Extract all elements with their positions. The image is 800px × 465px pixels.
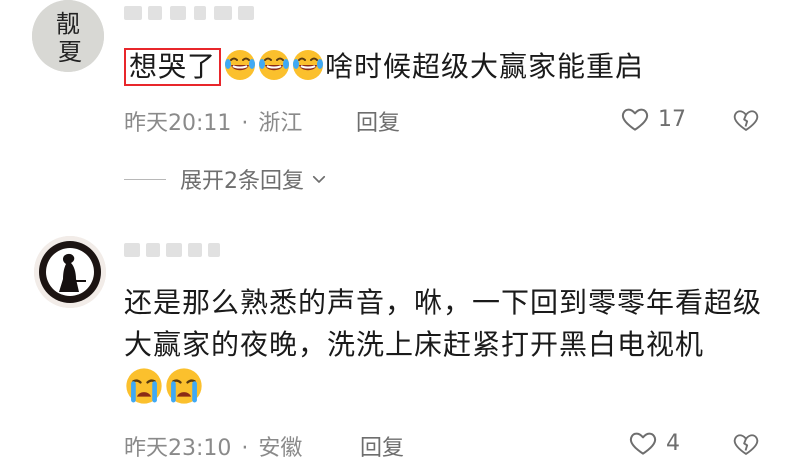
comment-meta: 昨天23:10 · 安徽 回复 [124,430,404,462]
comment-text-content: 还是那么熟悉的声音，咻，一下回到零零年看超级大赢家的夜晚，洗洗上床赶紧打开黑白电… [124,286,763,361]
reply-button[interactable]: 回复 [356,105,400,137]
divider-line [124,178,166,180]
like-count: 17 [658,106,686,132]
dislike-button[interactable] [732,106,760,138]
timestamp: 昨天20:11 [124,111,232,136]
dislike-button[interactable] [732,430,760,462]
heart-icon [629,432,657,455]
expand-replies-label: 展开2条回复 [180,169,304,194]
crying-emoji [124,366,164,406]
heart-icon [621,108,649,131]
timestamp: 昨天23:10 [124,436,232,461]
laugh-cry-emoji [291,48,325,82]
comment-item: 还是那么熟悉的声音，咻，一下回到零零年看超级大赢家的夜晚，洗洗上床赶紧打开黑白电… [0,225,800,465]
like-count: 4 [666,430,680,456]
username-blurred[interactable] [124,6,254,20]
separator: · [241,436,249,461]
laugh-cry-emoji [223,48,257,82]
broken-heart-icon [733,434,759,455]
separator: · [241,111,249,136]
location: 安徽 [258,436,303,461]
location: 浙江 [258,111,303,136]
laugh-cry-emoji [257,48,291,82]
comment-text: 想哭了 啥时候超级大赢家能重启 [124,46,644,88]
comment-meta: 昨天20:11 · 浙江 回复 [124,105,400,137]
avatar[interactable]: 靓 夏 [32,0,104,72]
reply-button[interactable]: 回复 [360,430,404,462]
broken-heart-icon [733,110,759,131]
username-blurred[interactable] [124,243,220,257]
silhouette-avatar-image [34,236,106,308]
like-button[interactable]: 17 [620,104,686,134]
svg-text:靓: 靓 [56,10,80,38]
svg-text:夏: 夏 [58,38,82,66]
highlighted-text: 想哭了 [124,48,222,86]
comment-text-content: 啥时候超级大赢家能重启 [325,50,645,83]
comment-item: 靓 夏 想哭了 啥时候超级大赢家能重启 昨天20:11 · 浙江 回复 17 展开2条… [0,0,800,225]
avatar[interactable] [34,236,106,308]
comment-text: 还是那么熟悉的声音，咻，一下回到零零年看超级大赢家的夜晚，洗洗上床赶紧打开黑白电… [124,282,764,412]
like-button[interactable]: 4 [628,428,680,458]
chevron-down-icon [312,175,326,183]
expand-replies-button[interactable]: 展开2条回复 [124,163,328,195]
crying-emoji [164,366,204,406]
